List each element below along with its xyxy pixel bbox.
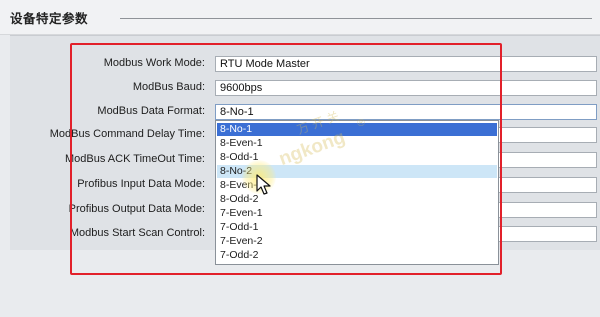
modbus-data-format-select[interactable]: 8-No-1: [215, 104, 597, 120]
dropdown-option[interactable]: 8-Even-1: [217, 137, 497, 150]
label-modbus-data-format: ModBus Data Format:: [97, 105, 205, 117]
dropdown-option[interactable]: 8-Odd-2: [217, 193, 497, 206]
label-modbus-command-delay-time: ModBus Command Delay Time:: [49, 128, 205, 140]
dropdown-option[interactable]: 7-Odd-1: [217, 221, 497, 234]
dropdown-option[interactable]: 7-Even-1: [217, 207, 497, 220]
label-modbus-baud: ModBus Baud:: [132, 81, 205, 93]
dropdown-option[interactable]: 7-Even-2: [217, 235, 497, 248]
dropdown-option[interactable]: 8-Even-2: [217, 179, 497, 192]
modbus-baud-select[interactable]: 9600bps: [215, 80, 597, 96]
label-modbus-start-scan-control: Modbus Start Scan Control:: [69, 227, 205, 239]
label-modbus-ack-timeout-time: ModBus ACK TimeOut Time:: [65, 153, 205, 165]
dropdown-option[interactable]: 8-No-2: [217, 165, 497, 178]
label-profibus-output-data-mode: Profibus Output Data Mode:: [68, 203, 205, 215]
modbus-work-mode-select[interactable]: RTU Mode Master: [215, 56, 597, 72]
label-modbus-work-mode: Modbus Work Mode:: [103, 57, 205, 69]
dropdown-option[interactable]: 8-No-1: [217, 123, 497, 136]
label-profibus-input-data-mode: Profibus Input Data Mode:: [77, 178, 205, 190]
data-format-dropdown-list: 8-No-1 8-Even-1 8-Odd-1 8-No-2 8-Even-2 …: [215, 120, 499, 265]
dropdown-option[interactable]: 8-Odd-1: [217, 151, 497, 164]
header-divider: [120, 18, 592, 19]
section-title: 设备特定参数: [10, 11, 89, 26]
section-header: 设备特定参数: [0, 0, 600, 35]
dropdown-option[interactable]: 7-Odd-2: [217, 249, 497, 262]
